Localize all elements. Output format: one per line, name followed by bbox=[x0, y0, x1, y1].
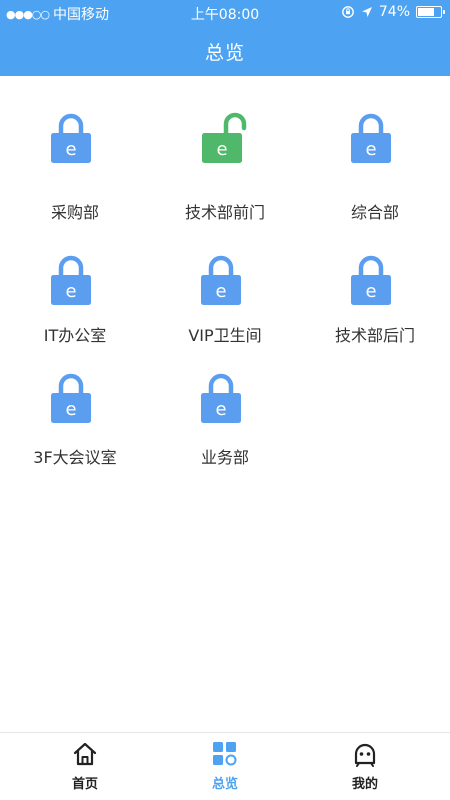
door-label: 综合部 bbox=[350, 203, 399, 222]
lock-closed-icon: e bbox=[201, 255, 241, 305]
home-icon bbox=[73, 742, 97, 766]
battery-percent: 74% bbox=[378, 4, 410, 20]
lock-glyph: e bbox=[65, 139, 76, 160]
lock-open-icon: e bbox=[202, 112, 247, 163]
lock-glyph: e bbox=[65, 399, 76, 420]
lock-closed-icon: e bbox=[351, 113, 391, 163]
door-label: 技术部前门 bbox=[184, 203, 265, 222]
page-title: 总览 bbox=[204, 42, 245, 64]
door-label: IT办公室 bbox=[43, 326, 107, 345]
user-face-icon bbox=[354, 743, 376, 767]
lock-closed-icon: e bbox=[51, 373, 91, 423]
door-label: 技术部后门 bbox=[334, 326, 415, 345]
door-item[interactable]: e 3F大会议室 bbox=[0, 372, 150, 468]
tab-mine-label: 我的 bbox=[351, 777, 378, 792]
battery-icon bbox=[416, 6, 445, 18]
status-bar: ●●●○○ 中国移动 上午08:00 74% bbox=[0, 0, 450, 24]
lock-closed-icon: e bbox=[51, 255, 91, 305]
lock-closed-icon: e bbox=[351, 255, 391, 305]
door-item[interactable]: e 技术部后门 bbox=[300, 254, 450, 346]
tab-overview[interactable]: 总览 bbox=[150, 733, 300, 800]
lock-closed-icon: e bbox=[201, 373, 241, 423]
tab-home-label: 首页 bbox=[71, 777, 98, 792]
lock-glyph: e bbox=[216, 139, 227, 160]
door-label: 采购部 bbox=[50, 203, 99, 222]
grid-icon bbox=[213, 742, 237, 766]
door-label: 3F大会议室 bbox=[33, 448, 117, 467]
door-item[interactable]: e 采购部 bbox=[0, 112, 150, 223]
app-header: ●●●○○ 中国移动 上午08:00 74% 总览 bbox=[0, 0, 450, 76]
door-item[interactable]: e 技术部前门 bbox=[150, 112, 300, 223]
door-item[interactable]: e 业务部 bbox=[150, 372, 300, 468]
lock-closed-icon: e bbox=[51, 113, 91, 163]
lock-glyph: e bbox=[215, 399, 226, 420]
door-item[interactable]: e VIP卫生间 bbox=[150, 254, 300, 346]
door-label: 业务部 bbox=[200, 448, 249, 467]
rotation-lock-icon bbox=[341, 6, 354, 18]
lock-glyph: e bbox=[365, 281, 376, 302]
tab-bar: 首页 总览 我的 bbox=[0, 732, 450, 800]
door-label: VIP卫生间 bbox=[188, 326, 262, 345]
tab-home[interactable]: 首页 bbox=[10, 733, 160, 800]
tab-overview-label: 总览 bbox=[211, 777, 238, 792]
door-item[interactable]: e IT办公室 bbox=[0, 254, 150, 346]
door-item[interactable]: e 综合部 bbox=[300, 112, 450, 223]
location-arrow-icon bbox=[361, 7, 372, 17]
battery-level bbox=[418, 8, 435, 16]
tab-mine[interactable]: 我的 bbox=[290, 733, 440, 800]
lock-glyph: e bbox=[65, 281, 76, 302]
lock-glyph: e bbox=[365, 139, 376, 160]
lock-glyph: e bbox=[215, 281, 226, 302]
